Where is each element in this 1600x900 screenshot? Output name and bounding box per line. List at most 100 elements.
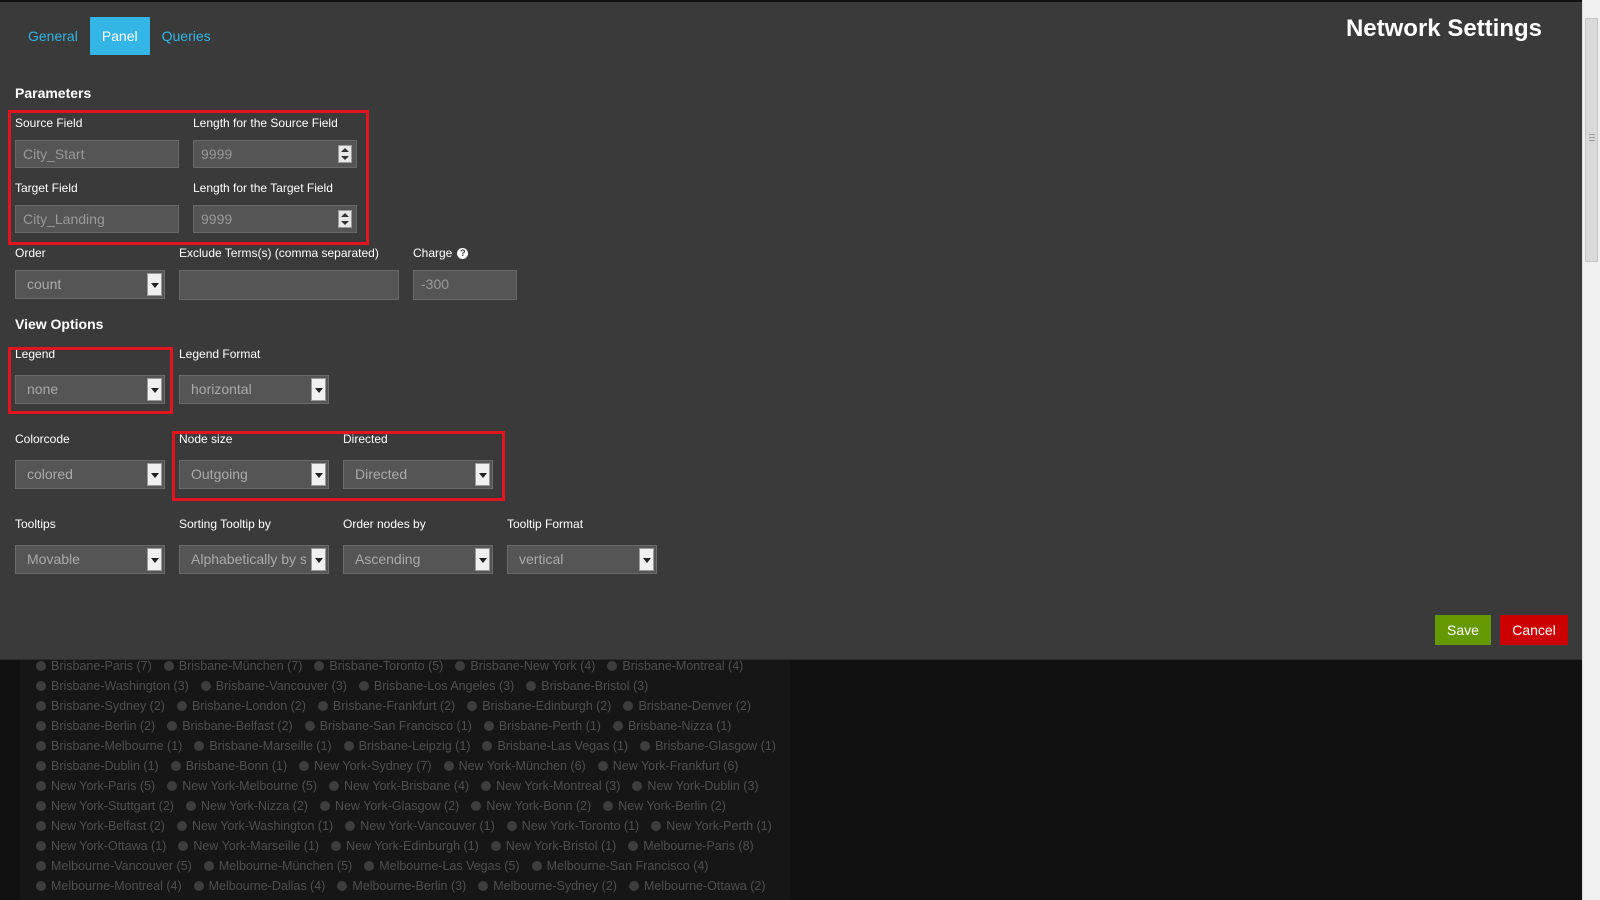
tab-panel[interactable]: Panel [89, 17, 150, 55]
legend-dot-icon [200, 681, 211, 691]
target-length-value: 9999 [201, 211, 233, 227]
legend-dot-icon [329, 781, 339, 791]
colorcode-select[interactable]: colored [15, 460, 165, 489]
target-length-input[interactable]: 9999 [193, 205, 357, 233]
order-nodes-select[interactable]: Ascending [343, 545, 493, 574]
legend-item-label: Melbourne-Las Vegas (5) [379, 859, 520, 873]
legend-dot-icon [36, 701, 46, 711]
legend-dot-icon [163, 661, 174, 671]
tab-general[interactable]: General [16, 17, 90, 55]
legend-item-label: New York-München (6) [458, 759, 586, 773]
tooltips-select[interactable]: Movable [15, 545, 165, 574]
chevron-down-icon [147, 378, 162, 401]
chevron-down-icon [311, 463, 326, 486]
legend-row: New York-Belfast (2) New York-Washington … [20, 816, 790, 836]
legend-item-label: Brisbane-Montreal (4) [622, 659, 744, 673]
legend-item-label: Brisbane-Washington (3) [51, 679, 189, 693]
source-field-label: Source Field [15, 116, 83, 130]
legend-item-label: Melbourne-Ottawa (2) [643, 879, 766, 893]
legend-dot-icon [331, 841, 342, 851]
legend-row: Melbourne-Montreal (4) Melbourne-Dallas (… [20, 876, 790, 896]
sorting-tooltip-select[interactable]: Alphabetically by size [179, 545, 329, 574]
legend-item: New York-Marseille (1) [178, 839, 319, 853]
chevron-down-icon [475, 548, 490, 571]
target-length-spinner[interactable] [338, 210, 352, 228]
legend-item-label: Brisbane-Bonn (1) [185, 759, 288, 773]
legend-row: New York-Stuttgart (2) New York-Nizza (2)… [20, 796, 790, 816]
legend-item: New York-Montreal (3) [481, 779, 620, 793]
legend-item-label: Melbourne-Montreal (4) [51, 879, 182, 893]
node-size-select[interactable]: Outgoing [179, 460, 329, 489]
legend-item: Brisbane-Las Vegas (1) [482, 739, 628, 753]
target-field-input[interactable]: City_Landing [15, 205, 179, 233]
network-settings-modal: General Panel Queries Network Settings P… [0, 2, 1582, 660]
directed-label: Directed [343, 432, 388, 446]
legend-item: Brisbane-Montreal (4) [607, 659, 743, 673]
legend-row: Brisbane-Sydney (2) Brisbane-London (2) Br… [20, 696, 790, 716]
legend-item-label: Brisbane-Glasgow (1) [655, 739, 776, 753]
order-select[interactable]: count [15, 270, 165, 299]
legend-dot-icon [36, 761, 46, 771]
chevron-down-icon [311, 378, 326, 401]
legend-item-label: Brisbane-Paris (7) [51, 659, 152, 673]
legend-item: Brisbane-Edinburgh (2) [467, 699, 611, 713]
legend-dot-icon [314, 661, 325, 671]
legend-item-label: Brisbane-Bristol (3) [541, 679, 649, 693]
legend-item-label: New York-Washington (1) [191, 819, 334, 833]
exclude-terms-input[interactable] [179, 270, 399, 300]
charge-input[interactable]: -300 [413, 270, 517, 300]
legend-item: Brisbane-Leipzig (1) [343, 739, 471, 753]
legend-dot-icon [36, 841, 46, 851]
legend-item: New York-Toronto (1) [506, 819, 639, 833]
legend-format-select[interactable]: horizontal [179, 375, 329, 404]
legend-item: Brisbane-Los Angeles (3) [358, 679, 514, 693]
legend-item-label: New York-Dublin (3) [647, 779, 759, 793]
legend-item-label: New York-Sydney (7) [314, 759, 432, 773]
legend-item-label: New York-Bristol (1) [505, 839, 617, 853]
source-field-input[interactable]: City_Start [15, 140, 179, 168]
modal-title: Network Settings [1345, 15, 1542, 42]
legend-dot-icon [471, 801, 482, 811]
legend-row: Brisbane-Berlin (2) Brisbane-Belfast (2) B… [20, 716, 790, 736]
legend-item: Brisbane-Melbourne (1) [36, 739, 182, 753]
order-label: Order [15, 246, 46, 260]
legend-item: Brisbane-San Francisco (1) [304, 719, 472, 733]
cancel-button[interactable]: Cancel [1500, 615, 1568, 645]
sorting-tooltip-value: Alphabetically by size [191, 551, 306, 567]
legend-item-label: New York-Perth (1) [666, 819, 772, 833]
legend-item: Melbourne-München (5) [203, 859, 352, 873]
save-button[interactable]: Save [1435, 615, 1491, 645]
legend-item: Brisbane-Berlin (2) [36, 719, 155, 733]
legend-item-label: Brisbane-Edinburgh (2) [482, 699, 612, 713]
legend-item: Brisbane-Frankfurt (2) [317, 699, 455, 713]
scrollbar-thumb[interactable] [1585, 18, 1598, 262]
legend-dot-icon [506, 821, 517, 831]
legend-item: New York-Brisbane (4) [329, 779, 469, 793]
legend-item-label: New York-Bonn (2) [486, 799, 592, 813]
help-icon[interactable]: ? [457, 248, 469, 260]
directed-select[interactable]: Directed [343, 460, 493, 489]
legend-item-label: Brisbane-Belfast (2) [182, 719, 293, 733]
legend-item-label: Brisbane-Melbourne (1) [51, 739, 183, 753]
legend-item: Brisbane-Paris (7) [36, 659, 152, 673]
legend-select[interactable]: none [15, 375, 165, 404]
legend-item: Melbourne-Sydney (2) [478, 879, 617, 893]
legend-dot-icon [170, 761, 181, 771]
legend-dot-icon [640, 741, 651, 751]
settings-tabs: General Panel Queries [16, 17, 223, 55]
legend-item-label: New York-Glasgow (2) [334, 799, 460, 813]
page-scrollbar[interactable] [1582, 0, 1600, 900]
legend-item: New York-Glasgow (2) [319, 799, 460, 813]
source-length-spinner[interactable] [338, 145, 352, 163]
legend-item: New York-Berlin (2) [603, 799, 726, 813]
network-legend: Brisbane-Paris (7) Brisbane-München (7) Br… [20, 656, 790, 900]
chevron-down-icon [147, 273, 162, 296]
target-length-label: Length for the Target Field [193, 181, 333, 195]
legend-item-label: Brisbane-Leipzig (1) [358, 739, 471, 753]
source-length-input[interactable]: 9999 [193, 140, 357, 168]
legend-dot-icon [185, 801, 196, 811]
tooltip-format-select[interactable]: vertical [507, 545, 657, 574]
tab-queries[interactable]: Queries [150, 17, 223, 55]
chevron-down-icon [639, 548, 654, 571]
legend-item: Melbourne-Berlin (3) [337, 879, 466, 893]
